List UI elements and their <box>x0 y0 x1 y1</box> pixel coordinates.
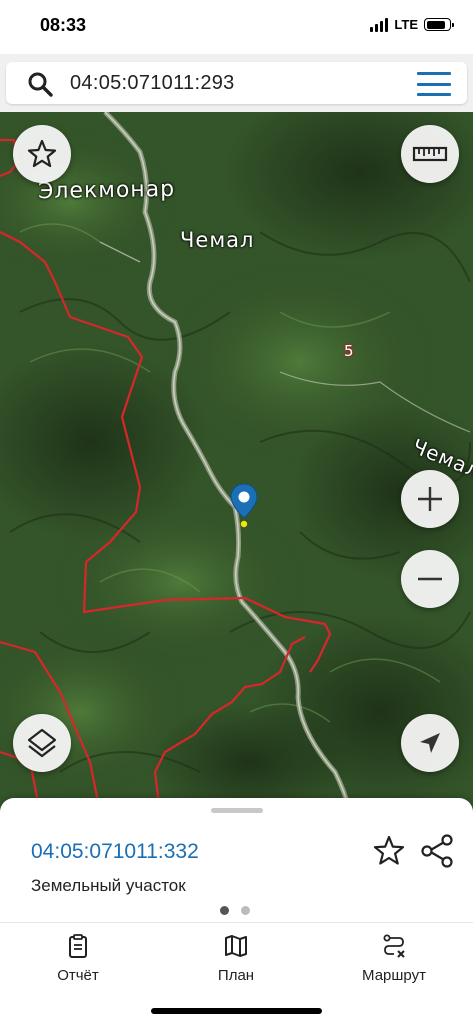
menu-icon[interactable] <box>417 72 451 96</box>
battery-level <box>426 20 446 29</box>
route-button[interactable]: Маршрут <box>324 933 464 984</box>
plus-icon <box>418 487 442 511</box>
map-view[interactable]: Элекмонар Чемал 5 Чемал <box>0 112 473 812</box>
status-indicators: LTE <box>370 17 454 32</box>
plan-button[interactable]: План <box>166 933 306 984</box>
location-pin-icon[interactable] <box>229 482 259 528</box>
parcel-type: Земельный участок <box>31 876 186 895</box>
zoom-out-button[interactable] <box>401 550 459 608</box>
network-type: LTE <box>394 17 418 32</box>
search-header: 04:05:071011:293 <box>0 54 473 112</box>
map-label-elekmonar: Элекмонар <box>37 176 176 205</box>
drag-handle[interactable] <box>211 808 263 813</box>
parcel-cadastral-number[interactable]: 04:05:071011:332 <box>31 840 199 864</box>
search-icon[interactable] <box>26 70 54 98</box>
layers-icon <box>27 728 57 758</box>
status-time: 08:33 <box>40 15 87 35</box>
report-button[interactable]: Отчёт <box>8 933 148 984</box>
page-indicator <box>220 906 250 915</box>
navigation-arrow-icon <box>420 733 440 753</box>
star-icon[interactable] <box>372 834 406 868</box>
home-indicator <box>151 1008 322 1014</box>
page-dot-2 <box>241 906 250 915</box>
my-location-button[interactable] <box>401 714 459 772</box>
satellite-imagery <box>0 112 473 812</box>
battery-icon <box>424 18 454 31</box>
route-icon <box>383 934 405 958</box>
signal-icon <box>370 17 389 32</box>
zoom-in-button[interactable] <box>401 470 459 528</box>
ruler-icon <box>412 146 448 162</box>
search-value[interactable]: 04:05:071011:293 <box>70 72 235 95</box>
star-icon <box>27 139 57 168</box>
map-label-number: 5 <box>344 342 354 360</box>
layers-button[interactable] <box>13 714 71 772</box>
page-dot-1 <box>220 906 229 915</box>
report-label: Отчёт <box>57 967 99 984</box>
share-icon[interactable] <box>419 834 455 868</box>
search-input[interactable]: 04:05:071011:293 <box>6 62 467 104</box>
plan-label: План <box>217 967 255 984</box>
status-bar: 08:33 LTE <box>0 0 473 54</box>
map-plan-icon <box>225 935 247 957</box>
minus-icon <box>418 577 442 581</box>
map-label-chemal: Чемал <box>180 228 255 252</box>
report-icon <box>69 934 87 958</box>
route-label: Маршрут <box>362 967 426 984</box>
favorite-button[interactable] <box>13 125 71 183</box>
ruler-button[interactable] <box>401 125 459 183</box>
bottom-sheet[interactable]: 04:05:071011:332 Земельный участок Отчёт <box>0 798 473 1024</box>
